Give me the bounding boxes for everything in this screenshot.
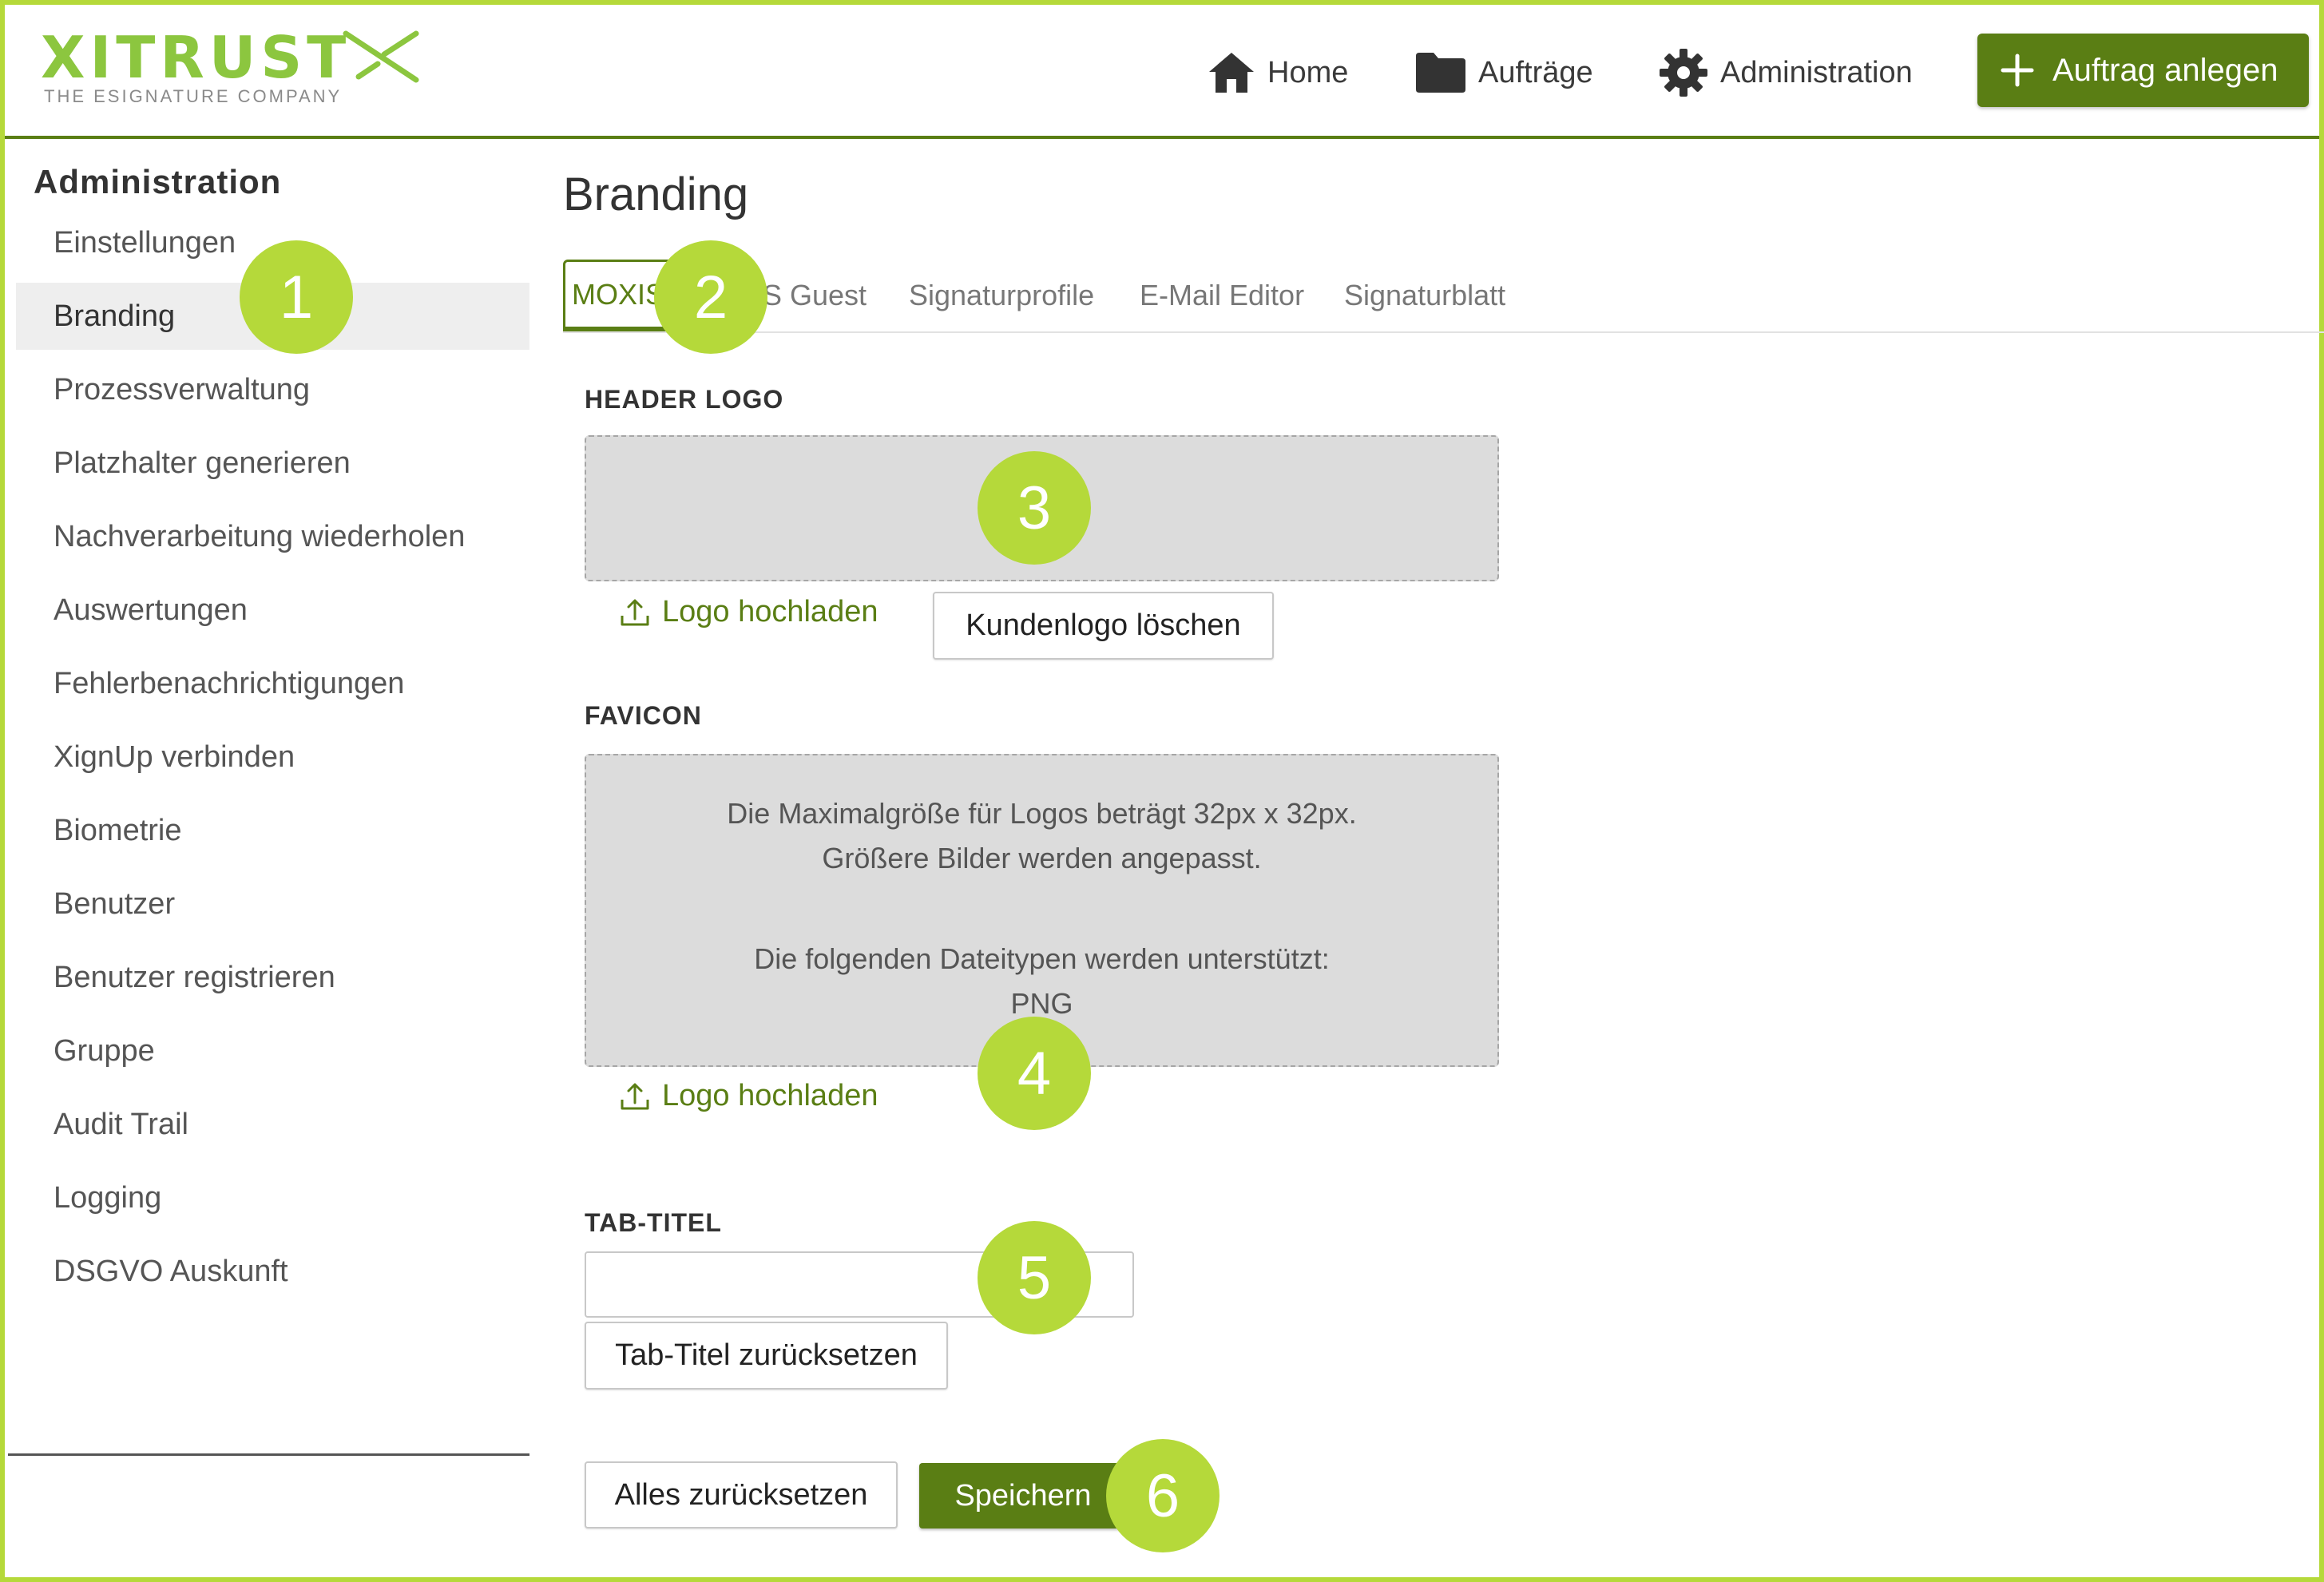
tab-email-editor[interactable]: E-Mail Editor bbox=[1140, 260, 1304, 331]
tab-signaturblatt[interactable]: Signaturblatt bbox=[1344, 260, 1505, 331]
annotation-marker-6: 6 bbox=[1106, 1439, 1220, 1552]
header-logo-label: HEADER LOGO bbox=[585, 385, 784, 414]
sidebar-item-platzhalter[interactable]: Platzhalter generieren bbox=[16, 430, 529, 497]
annotation-marker-3: 3 bbox=[978, 451, 1091, 565]
favicon-hint-types: Die folgenden Dateitypen werden unterstü… bbox=[754, 942, 1330, 975]
sidebar-item-dsgvo[interactable]: DSGVO Auskunft bbox=[16, 1238, 529, 1305]
top-header: XITRUST THE ESIGNATURE COMPANY Home Auft… bbox=[5, 5, 2319, 139]
delete-customer-logo-button[interactable]: Kundenlogo löschen bbox=[933, 592, 1274, 660]
sidebar-item-gruppe[interactable]: Gruppe bbox=[16, 1017, 529, 1084]
home-icon bbox=[1209, 53, 1254, 93]
folder-icon bbox=[1416, 53, 1465, 93]
branding-tabs: MOXIS S Guest Signaturprofile E-Mail Edi… bbox=[563, 260, 2324, 333]
new-order-button[interactable]: Auftrag anlegen bbox=[1977, 34, 2309, 107]
xitrust-logo[interactable]: XITRUST THE ESIGNATURE COMPANY bbox=[41, 24, 419, 117]
sidebar-item-benutzer[interactable]: Benutzer bbox=[16, 870, 529, 938]
reset-all-button[interactable]: Alles zurücksetzen bbox=[585, 1461, 898, 1528]
tab-signaturprofile[interactable]: Signaturprofile bbox=[909, 260, 1094, 331]
sidebar-item-logging[interactable]: Logging bbox=[16, 1164, 529, 1231]
favicon-hint-size: Die Maximalgröße für Logos beträgt 32px … bbox=[727, 797, 1357, 830]
page-title: Branding bbox=[563, 169, 749, 220]
nav-home-label: Home bbox=[1267, 55, 1349, 89]
upload-icon bbox=[621, 1083, 649, 1109]
gear-icon bbox=[1660, 49, 1707, 97]
tab-title-label: TAB-TITEL bbox=[585, 1208, 722, 1237]
sidebar-item-benutzer-registrieren[interactable]: Benutzer registrieren bbox=[16, 944, 529, 1011]
sidebar-item-nachverarbeitung[interactable]: Nachverarbeitung wiederholen bbox=[16, 503, 529, 570]
favicon-label: FAVICON bbox=[585, 701, 702, 730]
sidebar-title: Administration bbox=[34, 163, 282, 200]
save-button[interactable]: Speichern bbox=[919, 1463, 1127, 1528]
nav-auftraege-label: Aufträge bbox=[1478, 55, 1593, 89]
sidebar-item-biometrie[interactable]: Biometrie bbox=[16, 797, 529, 864]
nav-administration[interactable]: Administration bbox=[1658, 37, 1913, 109]
plus-icon bbox=[2001, 54, 2034, 87]
annotation-marker-5: 5 bbox=[978, 1221, 1091, 1334]
logo-wordmark: XITRUST bbox=[41, 24, 351, 91]
new-order-label: Auftrag anlegen bbox=[2052, 52, 2278, 88]
nav-auftraege[interactable]: Aufträge bbox=[1414, 37, 1593, 109]
sidebar-item-xignup[interactable]: XignUp verbinden bbox=[16, 724, 529, 791]
sidebar-item-prozessverwaltung[interactable]: Prozessverwaltung bbox=[16, 356, 529, 423]
nav-home[interactable]: Home bbox=[1207, 37, 1348, 109]
upload-icon bbox=[621, 599, 649, 625]
tab-guest[interactable]: S Guest bbox=[763, 260, 867, 331]
sidebar-item-fehlerbenachrichtigungen[interactable]: Fehlerbenachrichtigungen bbox=[16, 650, 529, 717]
annotation-marker-1: 1 bbox=[240, 240, 353, 354]
annotation-marker-4: 4 bbox=[978, 1017, 1091, 1130]
favicon-upload-link[interactable]: Logo hochladen bbox=[619, 1079, 878, 1113]
header-logo-upload-link[interactable]: Logo hochladen bbox=[619, 595, 878, 629]
reset-tab-title-button[interactable]: Tab-Titel zurücksetzen bbox=[585, 1322, 948, 1390]
favicon-hint-resize: Größere Bilder werden angepasst. bbox=[822, 842, 1262, 874]
sidebar-divider bbox=[8, 1453, 529, 1456]
sidebar-item-audit-trail[interactable]: Audit Trail bbox=[16, 1091, 529, 1158]
header-logo-upload-label: Logo hochladen bbox=[662, 595, 878, 628]
logo-x-icon bbox=[343, 30, 419, 83]
favicon-hint-png: PNG bbox=[1010, 987, 1073, 1020]
annotation-marker-2: 2 bbox=[654, 240, 767, 354]
sidebar-item-auswertungen[interactable]: Auswertungen bbox=[16, 577, 529, 644]
logo-subtitle: THE ESIGNATURE COMPANY bbox=[44, 86, 343, 106]
favicon-upload-label: Logo hochladen bbox=[662, 1079, 878, 1112]
nav-administration-label: Administration bbox=[1720, 55, 1913, 89]
